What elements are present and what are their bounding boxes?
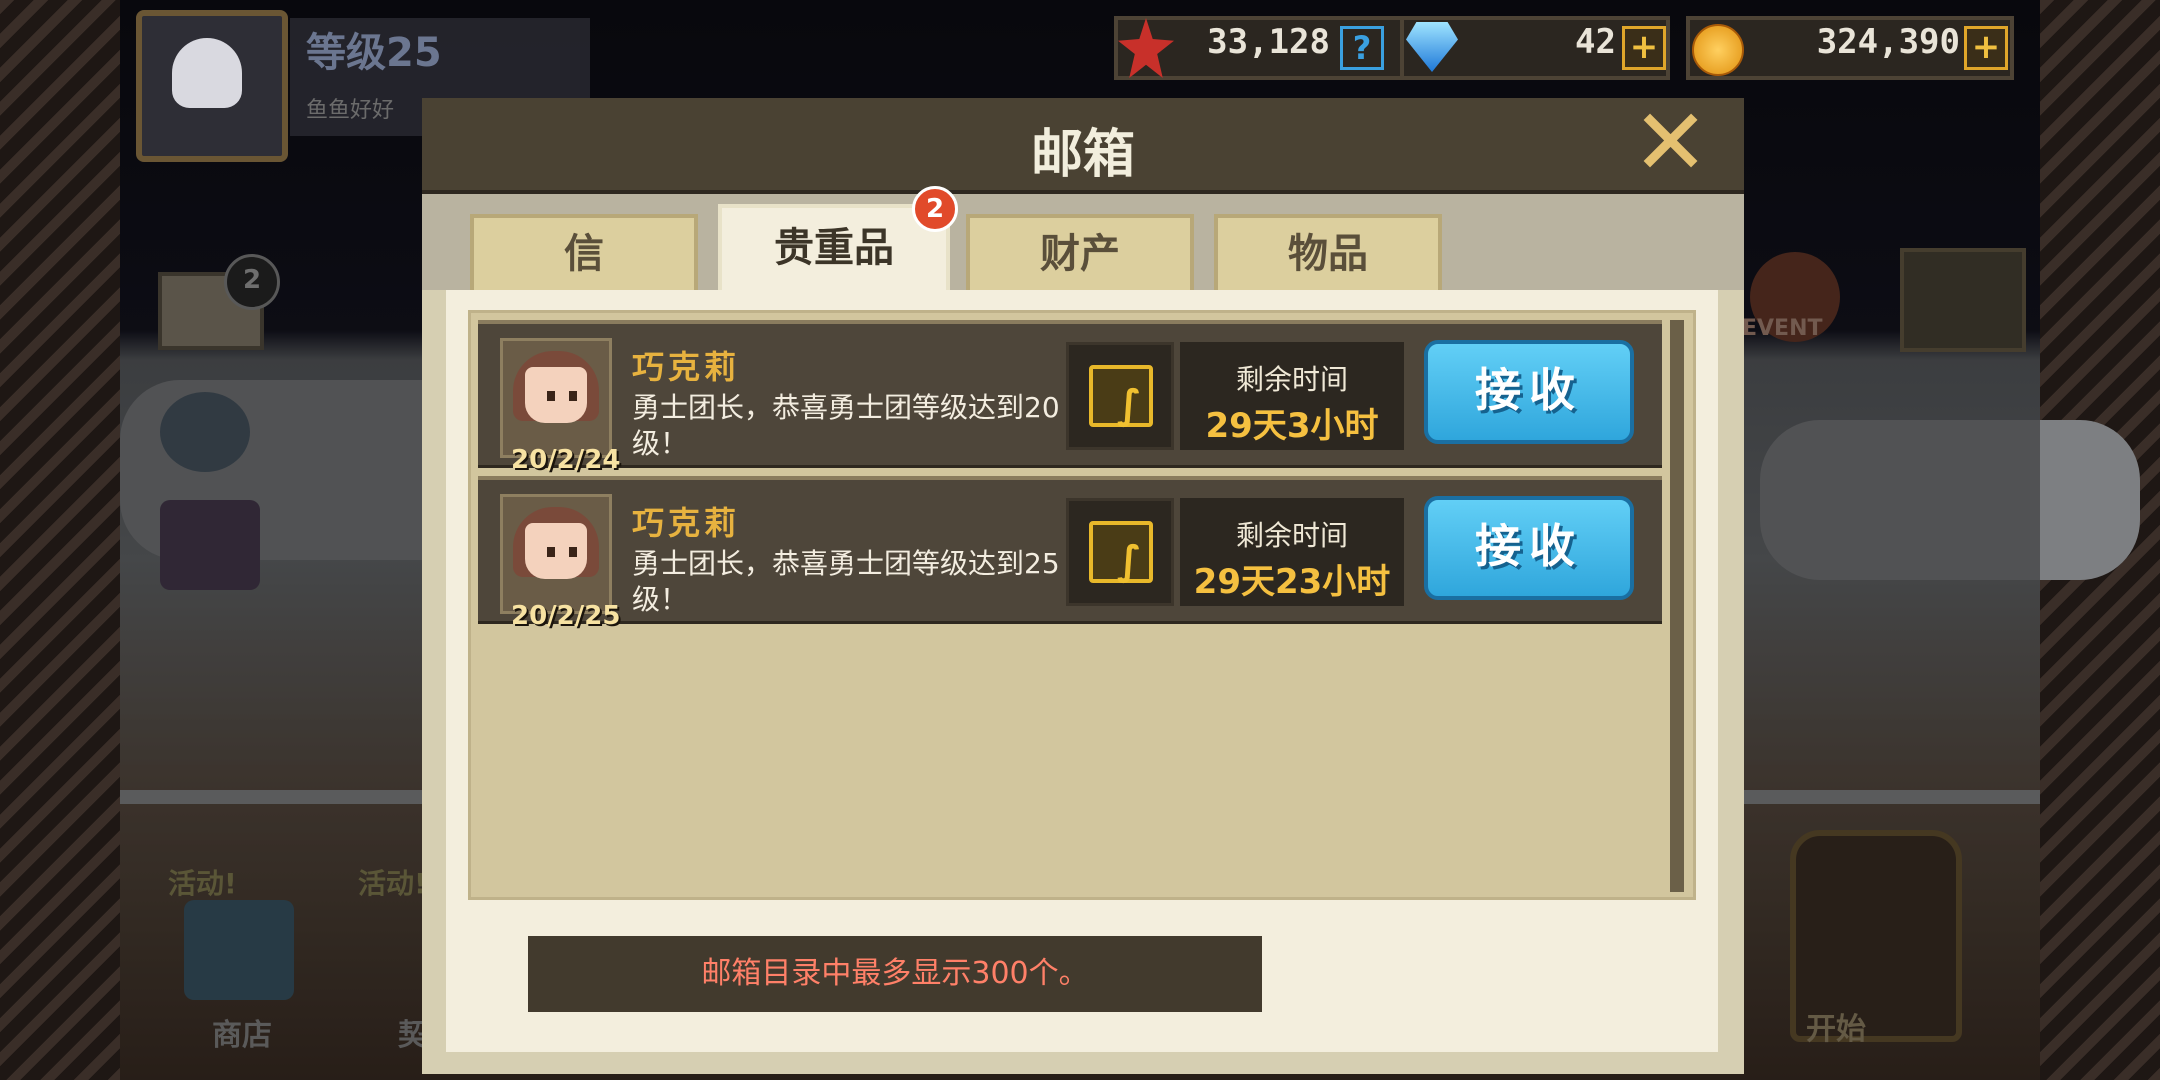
portrait-face [525, 367, 587, 423]
close-icon: ✕ [1632, 89, 1710, 196]
avatar-face [172, 38, 242, 108]
coin-icon [1692, 24, 1744, 76]
scroll-seal-icon: ∫ [1117, 382, 1142, 428]
scrollbar[interactable] [1670, 320, 1684, 892]
add-coins-button[interactable]: + [1964, 26, 2008, 70]
receive-button[interactable]: 接收 [1424, 340, 1634, 444]
receive-button[interactable]: 接收 [1424, 496, 1634, 600]
portrait-eye [569, 547, 577, 557]
left-ornament-border [0, 0, 120, 1080]
player-level: 等级25 [306, 30, 442, 76]
scroll-seal-icon: ∫ [1117, 538, 1142, 584]
tab-assets[interactable]: 财产 [966, 214, 1194, 290]
portrait-eye [569, 391, 577, 401]
reward-item-slot[interactable]: ∫ [1066, 498, 1174, 606]
time-remaining-label: 剩余时间 [1235, 519, 1348, 552]
add-gems-button[interactable]: + [1622, 26, 1666, 70]
sender-portrait: 20/2/25 [500, 494, 620, 631]
valuables-count-badge: 2 [912, 186, 958, 232]
portrait-face [525, 523, 587, 579]
sender-portrait: 20/2/24 [500, 338, 620, 475]
mail-row: 20/2/24 巧克莉 勇士团长，恭喜勇士团等级达到20级！ ∫ 剩余时间 29… [478, 320, 1662, 475]
mail-message: 勇士团长，恭喜勇士团等级达到20级！ [632, 391, 1060, 460]
dialog-title: 邮箱 [1030, 125, 1135, 185]
time-remaining-label: 剩余时间 [1235, 363, 1348, 396]
mail-date: 20/2/24 [511, 445, 621, 475]
time-remaining-value: 29天3小时 [1205, 406, 1379, 446]
mail-message: 勇士团长，恭喜勇士团等级达到25级！ [632, 547, 1060, 616]
portrait-eye [547, 391, 555, 401]
mail-sender: 巧克莉 [632, 348, 741, 386]
time-remaining-value: 29天23小时 [1193, 562, 1391, 602]
tab-letters[interactable]: 信 [470, 214, 698, 290]
tab-items[interactable]: 物品 [1214, 214, 1442, 290]
player-avatar[interactable] [136, 10, 288, 162]
coin-count: 324,390 [1816, 22, 1960, 62]
medal-count: 33,128 [1207, 22, 1330, 62]
time-remaining-box: 剩余时间 29天3小时 [1180, 342, 1404, 450]
gem-count: 42 [1575, 22, 1616, 62]
close-button[interactable]: ✕ [1632, 97, 1709, 189]
player-name: 鱼鱼好好 [306, 98, 395, 123]
mail-row: 20/2/25 巧克莉 勇士团长，恭喜勇士团等级达到25级！ ∫ 剩余时间 29… [478, 476, 1662, 631]
time-remaining-box: 剩余时间 29天23小时 [1180, 498, 1404, 606]
reward-item-slot[interactable]: ∫ [1066, 342, 1174, 450]
mailbox-limit-notice: 邮箱目录中最多显示300个。 [528, 936, 1262, 1012]
mail-date: 20/2/25 [511, 601, 621, 631]
question-icon[interactable]: ? [1340, 26, 1384, 70]
mail-sender: 巧克莉 [632, 504, 741, 542]
portrait-eye [547, 547, 555, 557]
